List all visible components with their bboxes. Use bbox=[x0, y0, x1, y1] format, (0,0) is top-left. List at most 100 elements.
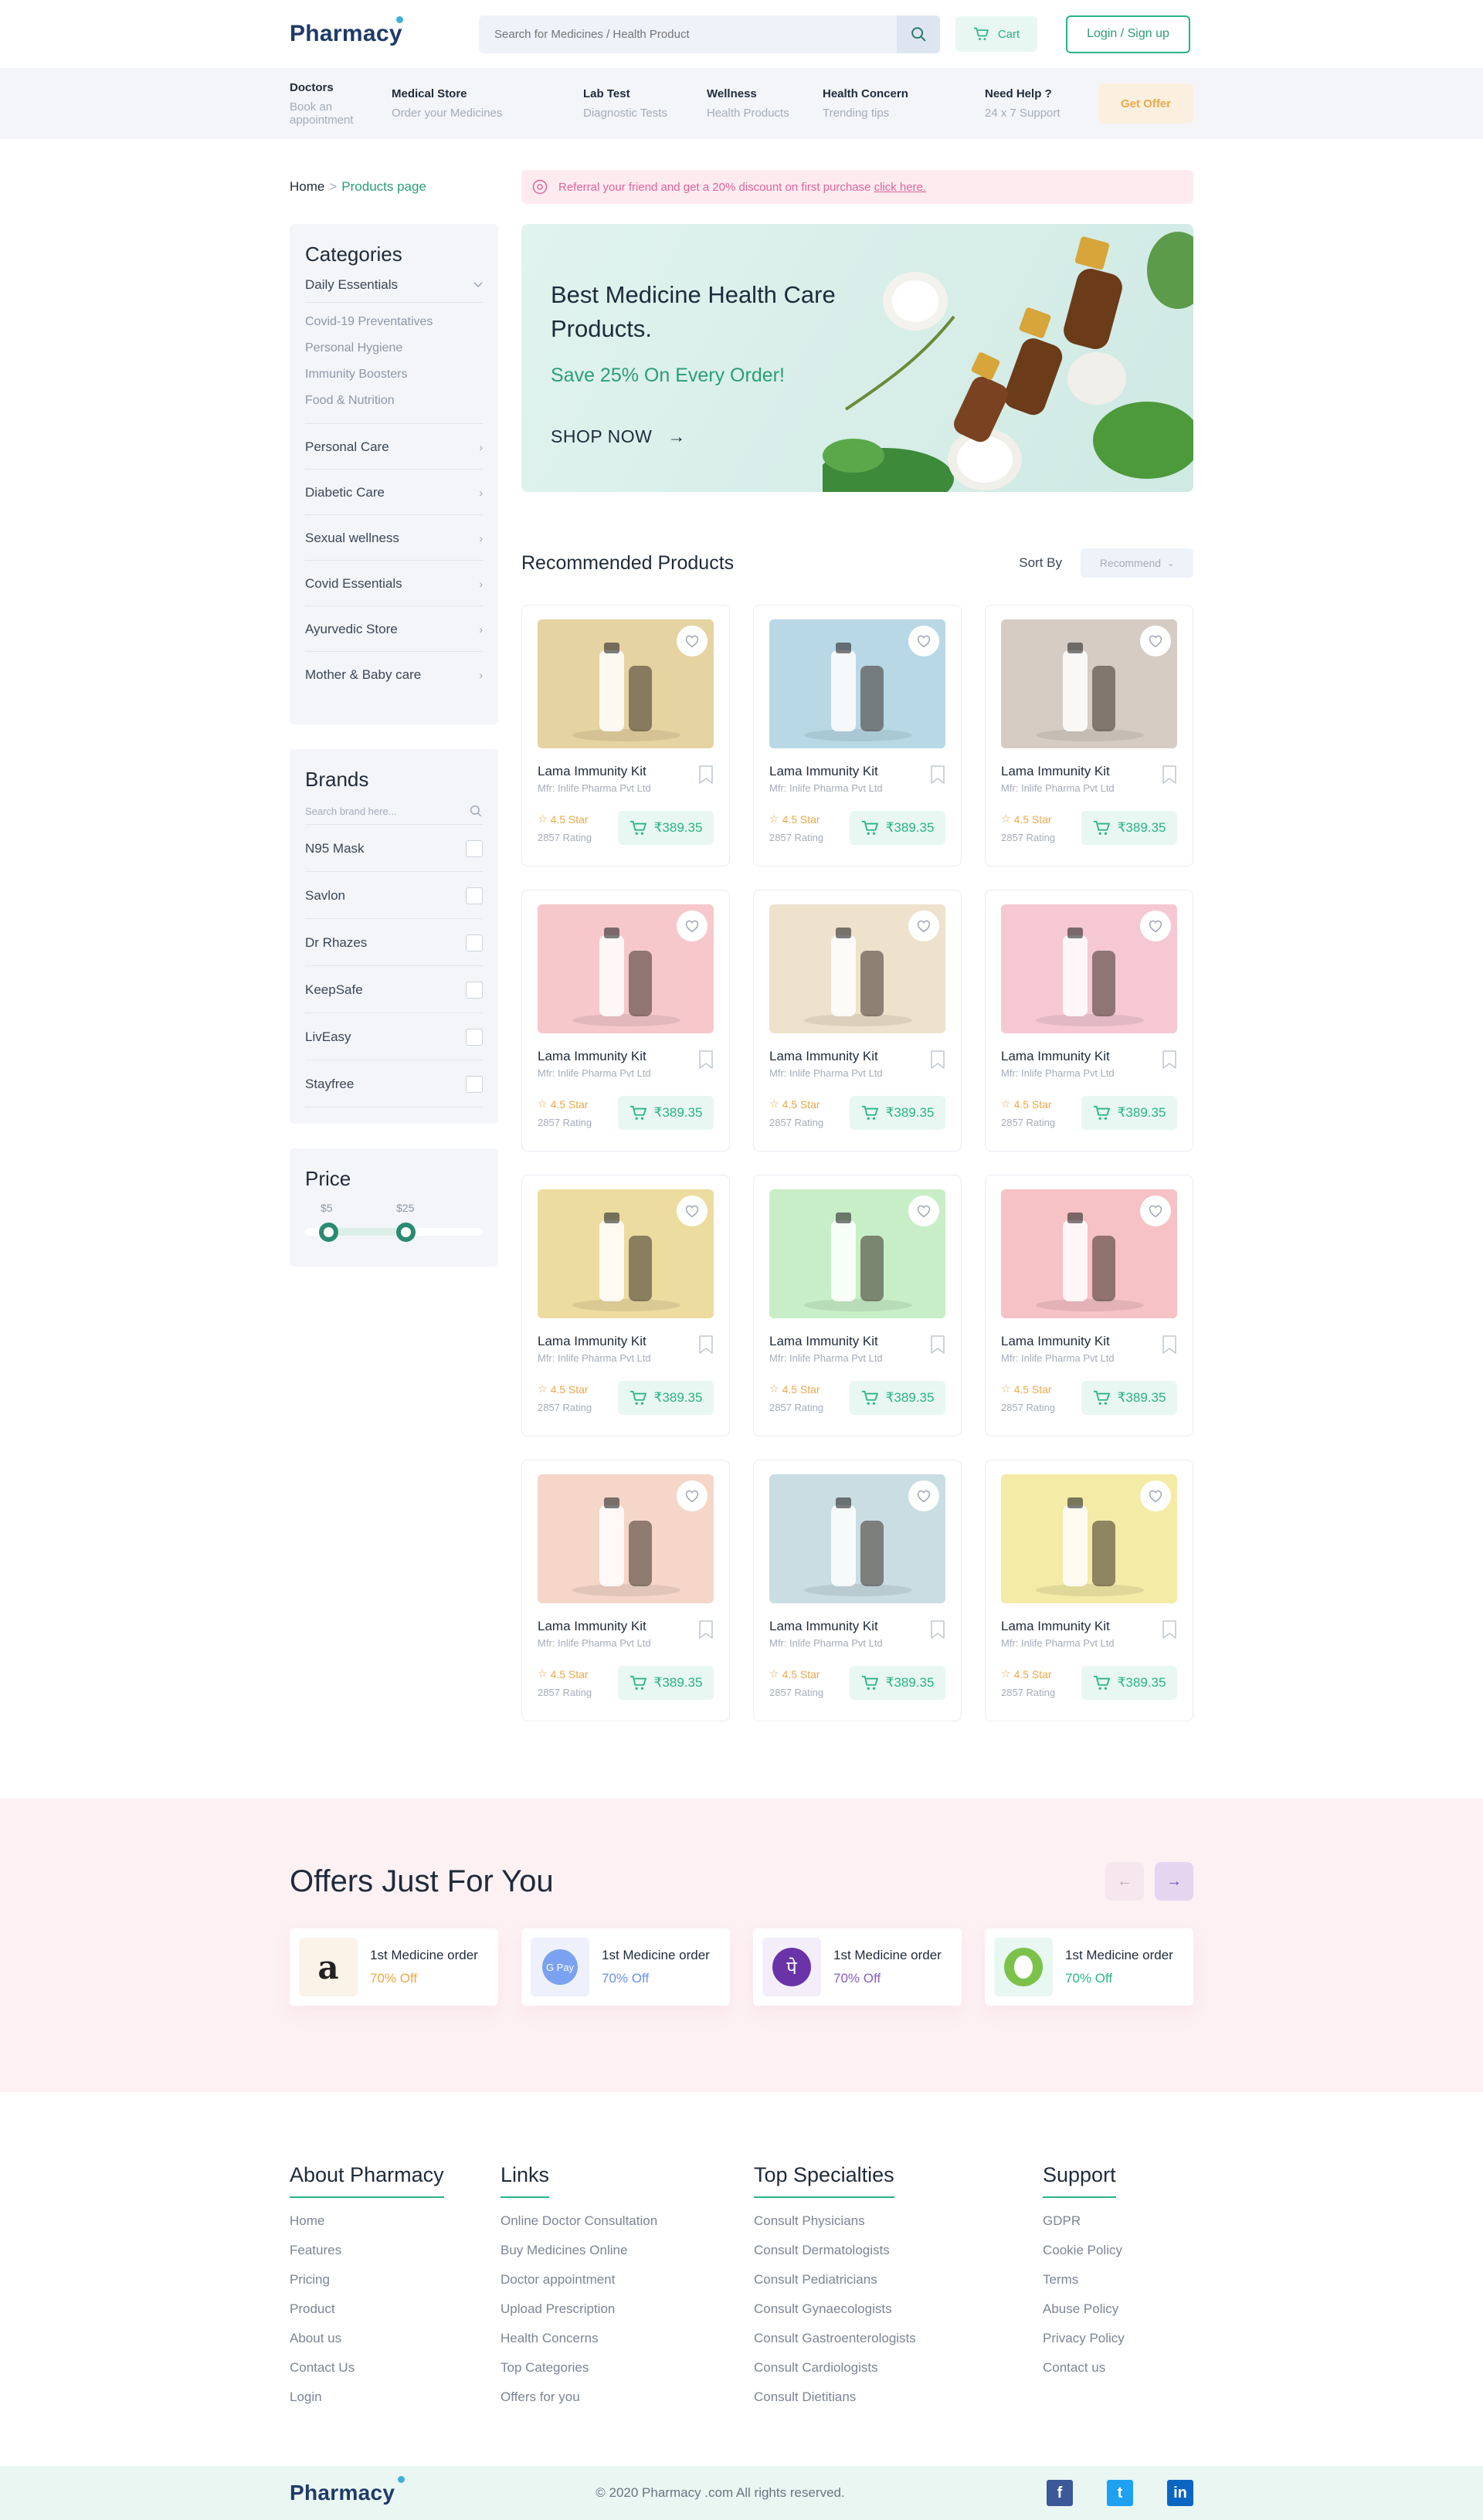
brand-item[interactable]: N95 Mask bbox=[305, 825, 483, 872]
footer-link[interactable]: Cookie Policy bbox=[1043, 2243, 1193, 2258]
product-name[interactable]: Lama Immunity Kit bbox=[1001, 764, 1177, 779]
referral-link[interactable]: click here. bbox=[874, 181, 927, 194]
footer-link[interactable]: Health Concerns bbox=[501, 2331, 754, 2346]
nav-doctors[interactable]: Doctors Book an appointment bbox=[290, 81, 392, 127]
footer-link[interactable]: Contact Us bbox=[290, 2360, 501, 2376]
brand-item[interactable]: Stayfree bbox=[305, 1060, 483, 1107]
bookmark-icon[interactable] bbox=[930, 765, 945, 785]
brand-item[interactable]: Savlon bbox=[305, 872, 483, 919]
offer-card[interactable]: a 1st Medicine order 70% Off bbox=[290, 1928, 498, 2006]
footer-link[interactable]: Terms bbox=[1043, 2272, 1193, 2288]
wishlist-button[interactable] bbox=[1140, 1480, 1171, 1511]
footer-link[interactable]: Consult Dietitians bbox=[754, 2389, 1043, 2405]
footer-link[interactable]: Login bbox=[290, 2389, 501, 2405]
bookmark-icon[interactable] bbox=[930, 1620, 945, 1640]
offer-card[interactable]: पे 1st Medicine order 70% Off bbox=[753, 1928, 962, 2006]
nav-wellness[interactable]: Wellness Health Products bbox=[707, 87, 823, 120]
add-to-cart-button[interactable]: ₹389.35 bbox=[618, 1381, 714, 1415]
nav-need-help[interactable]: Need Help ? 24 x 7 Support bbox=[985, 87, 1093, 120]
add-to-cart-button[interactable]: ₹389.35 bbox=[618, 811, 714, 845]
price-min-handle[interactable] bbox=[319, 1223, 338, 1242]
footer-link[interactable]: About us bbox=[290, 2331, 501, 2346]
footer-link[interactable]: Consult Gastroenterologists bbox=[754, 2331, 1043, 2346]
brand-checkbox[interactable] bbox=[466, 840, 483, 857]
brand-item[interactable]: LivEasy bbox=[305, 1013, 483, 1060]
nav-lab-test[interactable]: Lab Test Diagnostic Tests bbox=[583, 87, 707, 120]
product-name[interactable]: Lama Immunity Kit bbox=[769, 1619, 945, 1634]
product-image[interactable] bbox=[1001, 904, 1177, 1033]
footer-link[interactable]: Consult Pediatricians bbox=[754, 2272, 1043, 2288]
product-image[interactable] bbox=[769, 1474, 945, 1603]
breadcrumb-home[interactable]: Home bbox=[290, 179, 324, 194]
bookmark-icon[interactable] bbox=[1162, 1050, 1177, 1070]
footer-link[interactable]: Consult Gynaecologists bbox=[754, 2301, 1043, 2317]
offers-next-button[interactable]: → bbox=[1155, 1862, 1193, 1901]
product-card[interactable]: Lama Immunity Kit Mfr: Inlife Pharma Pvt… bbox=[753, 1460, 962, 1721]
footer-link[interactable]: Consult Physicians bbox=[754, 2213, 1043, 2229]
product-name[interactable]: Lama Immunity Kit bbox=[1001, 1049, 1177, 1064]
wishlist-button[interactable] bbox=[908, 1480, 939, 1511]
subcategory-item[interactable]: Covid-19 Preventatives bbox=[305, 315, 483, 329]
wishlist-button[interactable] bbox=[1140, 911, 1171, 941]
category-item[interactable]: Personal Care › bbox=[305, 424, 483, 470]
bookmark-icon[interactable] bbox=[1162, 765, 1177, 785]
category-item[interactable]: Covid Essentials › bbox=[305, 561, 483, 606]
product-name[interactable]: Lama Immunity Kit bbox=[1001, 1334, 1177, 1349]
wishlist-button[interactable] bbox=[677, 1196, 708, 1226]
add-to-cart-button[interactable]: ₹389.35 bbox=[1081, 1381, 1177, 1415]
bookmark-icon[interactable] bbox=[698, 1050, 714, 1070]
product-card[interactable]: Lama Immunity Kit Mfr: Inlife Pharma Pvt… bbox=[521, 605, 730, 867]
cart-button[interactable]: Cart bbox=[955, 16, 1037, 52]
subcategory-item[interactable]: Immunity Boosters bbox=[305, 368, 483, 382]
linkedin-icon[interactable]: in bbox=[1167, 2480, 1193, 2506]
footer-link[interactable]: Abuse Policy bbox=[1043, 2301, 1193, 2317]
wishlist-button[interactable] bbox=[677, 626, 708, 656]
product-image[interactable] bbox=[1001, 619, 1177, 748]
price-max-handle[interactable] bbox=[396, 1223, 416, 1242]
category-item[interactable]: Mother & Baby care › bbox=[305, 652, 483, 687]
shop-now-button[interactable]: SHOP NOW → bbox=[551, 426, 686, 447]
bookmark-icon[interactable] bbox=[698, 765, 714, 785]
product-name[interactable]: Lama Immunity Kit bbox=[1001, 1619, 1177, 1634]
footer-logo[interactable]: Pharmacy bbox=[290, 2476, 405, 2505]
add-to-cart-button[interactable]: ₹389.35 bbox=[850, 1096, 945, 1130]
subcategory-item[interactable]: Food & Nutrition bbox=[305, 394, 483, 424]
twitter-icon[interactable]: t bbox=[1107, 2480, 1133, 2506]
category-item[interactable]: Diabetic Care › bbox=[305, 470, 483, 515]
category-daily-essentials[interactable]: Daily Essentials bbox=[305, 277, 483, 303]
product-image[interactable] bbox=[538, 619, 714, 748]
wishlist-button[interactable] bbox=[677, 911, 708, 941]
wishlist-button[interactable] bbox=[1140, 626, 1171, 656]
bookmark-icon[interactable] bbox=[1162, 1620, 1177, 1640]
footer-link[interactable]: Consult Cardiologists bbox=[754, 2360, 1043, 2376]
footer-link[interactable]: Privacy Policy bbox=[1043, 2331, 1193, 2346]
wishlist-button[interactable] bbox=[908, 626, 939, 656]
footer-link[interactable]: Doctor appointment bbox=[501, 2272, 754, 2288]
bookmark-icon[interactable] bbox=[930, 1050, 945, 1070]
brand-checkbox[interactable] bbox=[466, 982, 483, 999]
add-to-cart-button[interactable]: ₹389.35 bbox=[1081, 1096, 1177, 1130]
footer-link[interactable]: Online Doctor Consultation bbox=[501, 2213, 754, 2229]
facebook-icon[interactable]: f bbox=[1047, 2480, 1073, 2506]
category-item[interactable]: Sexual wellness › bbox=[305, 515, 483, 561]
footer-link[interactable]: Top Categories bbox=[501, 2360, 754, 2376]
product-image[interactable] bbox=[769, 619, 945, 748]
footer-link[interactable]: Consult Dermatologists bbox=[754, 2243, 1043, 2258]
product-image[interactable] bbox=[1001, 1474, 1177, 1603]
wishlist-button[interactable] bbox=[1140, 1196, 1171, 1226]
product-card[interactable]: Lama Immunity Kit Mfr: Inlife Pharma Pvt… bbox=[985, 1175, 1193, 1436]
nav-medical-store[interactable]: Medical Store Order your Medicines bbox=[392, 87, 583, 120]
bookmark-icon[interactable] bbox=[698, 1620, 714, 1640]
get-offer-button[interactable]: Get Offer bbox=[1098, 83, 1193, 124]
product-name[interactable]: Lama Immunity Kit bbox=[769, 1334, 945, 1349]
product-card[interactable]: Lama Immunity Kit Mfr: Inlife Pharma Pvt… bbox=[985, 605, 1193, 867]
bookmark-icon[interactable] bbox=[930, 1335, 945, 1355]
product-image[interactable] bbox=[538, 1474, 714, 1603]
footer-link[interactable]: Features bbox=[290, 2243, 501, 2258]
add-to-cart-button[interactable]: ₹389.35 bbox=[850, 1381, 945, 1415]
nav-health-concern[interactable]: Health Concern Trending tips bbox=[823, 87, 985, 120]
product-card[interactable]: Lama Immunity Kit Mfr: Inlife Pharma Pvt… bbox=[753, 890, 962, 1151]
product-card[interactable]: Lama Immunity Kit Mfr: Inlife Pharma Pvt… bbox=[753, 605, 962, 867]
product-name[interactable]: Lama Immunity Kit bbox=[538, 764, 714, 779]
brand-item[interactable]: Dr Rhazes bbox=[305, 919, 483, 966]
